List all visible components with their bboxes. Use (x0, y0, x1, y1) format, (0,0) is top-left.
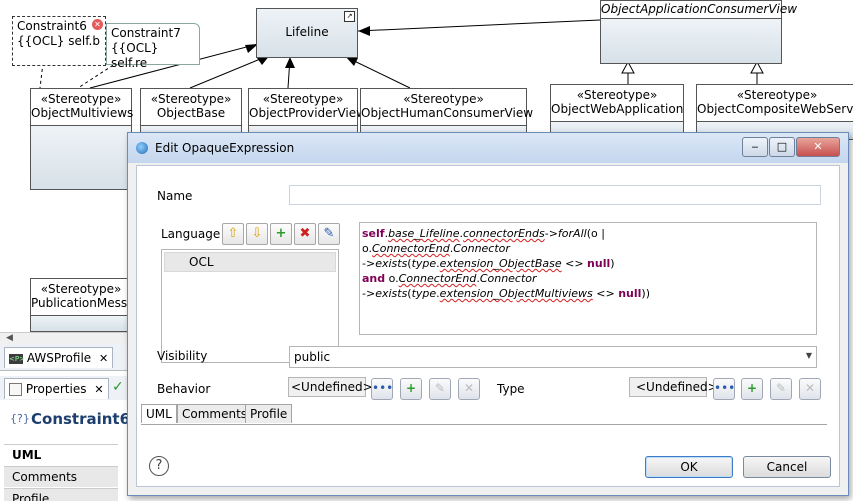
stereotype-keyword: «Stereotype» (40, 92, 122, 106)
close-icon[interactable]: ✕ (99, 352, 108, 365)
class-name: ObjectCompositeWebService (697, 102, 853, 116)
selected-element-header: {?} Constraint6 (0, 402, 131, 438)
constraint6-body: {{OCL} self.b (17, 34, 100, 48)
language-item-label: OCL (189, 255, 214, 269)
profile-icon: <P> (9, 353, 25, 364)
add-language-button[interactable]: + (270, 223, 292, 245)
tab-uml[interactable]: UML (141, 404, 177, 423)
unset-type-button[interactable]: ✕ (799, 378, 821, 400)
class-object-multiviews[interactable]: «Stereotype» ObjectMultiviews (30, 88, 134, 190)
selected-element-name: Constraint6 (31, 410, 131, 428)
language-item-ocl[interactable]: OCL (164, 252, 336, 272)
app-icon (136, 142, 148, 154)
visibility-label: Visibility (157, 349, 208, 363)
constraint7-body: {{OCL} self.re (111, 41, 159, 70)
name-input[interactable] (289, 185, 821, 205)
constraint6-note[interactable]: Constraint6 {{OCL} self.b ✕ (12, 16, 106, 66)
close-icon[interactable]: ✕ (94, 383, 103, 396)
create-type-button[interactable]: + (741, 378, 763, 400)
class-name: PublicationMessa (31, 296, 135, 310)
lifeline-class[interactable]: Lifeline ↗ (256, 8, 358, 58)
expression-body-editor[interactable]: self.base_Lifeline.connectorEnds->forAll… (359, 222, 817, 335)
maximize-button[interactable]: □ (769, 137, 795, 157)
move-down-button[interactable]: ⇩ (246, 223, 268, 245)
delete-marker-icon: ✕ (92, 19, 103, 30)
category-comments[interactable]: Comments (4, 466, 118, 487)
visibility-value: public (294, 350, 331, 364)
lifeline-label: Lifeline (285, 25, 329, 39)
object-app-consumer-view-class[interactable]: ObjectApplicationConsumerView (600, 0, 798, 64)
body-line-1: self.base_Lifeline.connectorEnds->forAll… (362, 227, 605, 240)
editor-tab-label: AWSProfile (26, 351, 92, 365)
constraint-icon: {?} (10, 412, 30, 425)
editor-tab-bar: <P> AWSProfile ✕ (0, 344, 127, 371)
chevron-down-icon[interactable]: ▼ (806, 351, 812, 360)
dialog-title: Edit OpaqueExpression (155, 141, 295, 155)
properties-tab[interactable]: Properties ✕ (4, 378, 109, 399)
language-label: Language (161, 227, 221, 241)
class-name: ObjectBase (156, 106, 226, 120)
dialog-body: Name Language ⇧ ⇩ + ✖ ✎ OCL self.base_Li… (136, 165, 840, 487)
properties-icon (9, 383, 22, 396)
create-behavior-button[interactable]: + (400, 378, 422, 400)
class-name: ObjectWebApplication (551, 102, 684, 116)
ok-button[interactable]: OK (645, 456, 733, 478)
move-up-button[interactable]: ⇧ (222, 223, 244, 245)
edit-type-button[interactable]: ✎ (770, 378, 792, 400)
type-label: Type (497, 382, 525, 396)
stereotype-keyword: «Stereotype» (150, 92, 232, 106)
body-line-5: ->exists(type.extension_ObjectMultiviews… (362, 287, 650, 300)
visibility-select[interactable]: public ▼ (289, 346, 817, 368)
type-field[interactable]: <Undefined> (629, 377, 718, 397)
object-app-consumer-view-label: ObjectApplicationConsumerView (601, 2, 798, 16)
class-name: ObjectMultiviews (31, 106, 134, 120)
dialog-title-bar[interactable]: Edit OpaqueExpression ‒ □ ✕ (128, 133, 848, 163)
stereotype-keyword: «Stereotype» (40, 282, 122, 296)
class-name: ObjectHumanConsumerView (361, 106, 534, 120)
scroll-left-arrow-icon[interactable]: ◀ (6, 333, 13, 343)
tab-comments[interactable]: Comments (177, 404, 253, 423)
body-line-4: and o.ConnectorEnd.Connector (362, 272, 537, 285)
browse-behavior-button[interactable]: ••• (371, 378, 393, 400)
check-icon[interactable]: ✓ (112, 379, 124, 395)
behavior-label: Behavior (157, 382, 211, 396)
expand-icon: ↗ (344, 11, 355, 22)
name-label: Name (157, 189, 193, 203)
edit-language-button[interactable]: ✎ (318, 223, 340, 245)
stereotype-keyword: «Stereotype» (403, 92, 484, 106)
category-uml[interactable]: UML (4, 444, 118, 465)
class-name: ObjectProviderView (249, 106, 366, 120)
close-button[interactable]: ✕ (796, 137, 840, 157)
constraint7-note[interactable]: Constraint7 {{OCL} self.re (106, 23, 200, 70)
edit-behavior-button[interactable]: ✎ (429, 378, 451, 400)
stereotype-keyword: «Stereotype» (736, 88, 818, 102)
constraint6-name: Constraint6 (17, 19, 87, 33)
body-line-3: ->exists(type.extension_ObjectBase <> nu… (362, 257, 615, 270)
tab-profile[interactable]: Profile (245, 404, 293, 423)
editor-tab-awsprofile[interactable]: <P> AWSProfile ✕ (4, 347, 114, 368)
minimize-button[interactable]: ‒ (742, 137, 768, 157)
behavior-value: <Undefined> (291, 380, 373, 394)
stereotype-keyword: «Stereotype» (262, 92, 344, 106)
browse-type-button[interactable]: ••• (713, 378, 735, 400)
edit-opaque-expression-dialog: Edit OpaqueExpression ‒ □ ✕ Name Languag… (127, 132, 849, 496)
behavior-field[interactable]: <Undefined> (288, 377, 373, 397)
cancel-button[interactable]: Cancel (743, 456, 831, 478)
unset-behavior-button[interactable]: ✕ (458, 378, 480, 400)
constraint7-name: Constraint7 (111, 26, 181, 40)
body-line-2: o.ConnectorEnd.Connector (362, 242, 510, 255)
properties-tab-bar: Properties ✕ ✓ (0, 376, 127, 400)
stereotype-keyword: «Stereotype» (576, 88, 658, 102)
type-value: <Undefined> (636, 380, 718, 394)
category-profile[interactable]: Profile (4, 488, 118, 501)
properties-tab-label: Properties (25, 382, 87, 396)
remove-language-button[interactable]: ✖ (294, 223, 316, 245)
class-publication-message[interactable]: «Stereotype» PublicationMessa (30, 278, 135, 332)
help-icon[interactable]: ? (149, 456, 169, 476)
